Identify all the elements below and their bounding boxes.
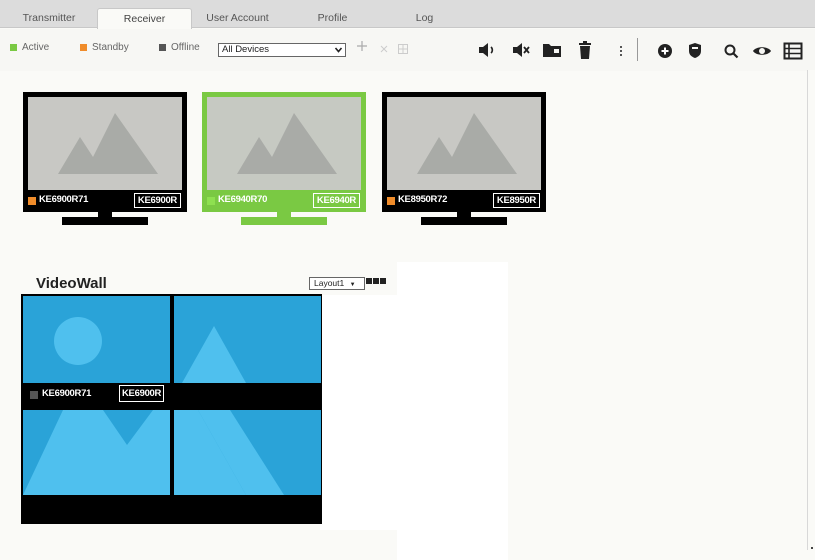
- receiver-model-badge: KE8950R: [492, 193, 540, 208]
- vertical-scrollbar[interactable]: [807, 70, 815, 550]
- search-icon[interactable]: [720, 39, 742, 61]
- folder-icon[interactable]: [541, 39, 563, 61]
- legend-offline-label: Offline: [171, 42, 200, 53]
- main-tab-bar: Transmitter Receiver User Account Profil…: [0, 0, 815, 29]
- grid-icon[interactable]: [398, 42, 408, 57]
- tab-user-account[interactable]: User Account: [200, 9, 275, 28]
- status-indicator: [28, 197, 36, 205]
- receiver-name: KE8950R72: [398, 194, 448, 205]
- standby-status-swatch: [80, 44, 87, 51]
- monitor-stand: [421, 217, 507, 225]
- legend-standby: Standby: [80, 42, 129, 53]
- videowall-title: VideoWall: [36, 275, 107, 292]
- tab-transmitter[interactable]: Transmitter: [14, 9, 84, 28]
- receiver-monitor-1[interactable]: KE6900R71 KE6900R: [23, 92, 187, 227]
- tab-profile[interactable]: Profile: [305, 9, 360, 28]
- receiver-label-row: KE8950R72 KE8950R: [382, 190, 546, 212]
- legend-offline: Offline: [159, 42, 200, 53]
- device-filter-value: All Devices: [222, 44, 269, 55]
- videowall-side-panel: [397, 262, 508, 560]
- videowall-receiver-name: KE6900R71: [42, 388, 92, 399]
- status-indicator: [387, 197, 395, 205]
- close-icon[interactable]: [380, 42, 388, 57]
- device-filter-select[interactable]: All Devices: [218, 43, 346, 57]
- monitor-stand: [241, 217, 327, 225]
- layout-grid-icon[interactable]: [366, 278, 386, 284]
- monitor-stand: [62, 217, 148, 225]
- scroll-indicator: [811, 547, 813, 549]
- layout-select-value: Layout1: [314, 278, 345, 288]
- add-plus-icon[interactable]: [357, 40, 367, 55]
- eye-icon[interactable]: [751, 39, 773, 61]
- receiver-name: KE6900R71: [39, 194, 89, 205]
- offline-status-swatch: [159, 44, 166, 51]
- volume-mute-icon[interactable]: [510, 39, 532, 61]
- videowall-cell-2[interactable]: [174, 296, 321, 383]
- receiver-toolbar: Active Standby Offline All Devices: [0, 29, 815, 71]
- videowall-cell-1[interactable]: [23, 296, 170, 383]
- videowall-label-row: KE6900R71 KE6900R: [21, 383, 322, 408]
- receiver-name: KE6940R70: [218, 194, 268, 205]
- add-circle-icon[interactable]: [654, 39, 676, 61]
- more-vertical-icon[interactable]: [610, 39, 632, 61]
- image-placeholder-icon: [387, 97, 541, 190]
- chevron-down-icon: ▼: [349, 282, 356, 288]
- videowall-cell-3[interactable]: [23, 410, 170, 495]
- image-placeholder-icon: [207, 97, 361, 190]
- receiver-model-badge: KE6900R: [133, 193, 181, 208]
- image-placeholder-icon: [28, 97, 182, 190]
- layout-cell-icon: [366, 278, 372, 284]
- videowall-model-badge: KE6900R: [119, 385, 165, 402]
- receiver-label-row: KE6940R70 KE6940R: [202, 190, 366, 212]
- videowall-cell-4[interactable]: [174, 410, 321, 495]
- legend-active-label: Active: [22, 42, 50, 53]
- layout-cell-icon: [380, 278, 386, 284]
- legend-active: Active: [10, 42, 49, 53]
- legend-standby-label: Standby: [92, 42, 129, 53]
- status-indicator: [207, 197, 215, 205]
- shield-icon[interactable]: [684, 39, 706, 61]
- active-status-swatch: [10, 44, 17, 51]
- receiver-model-badge: KE6940R: [312, 193, 360, 208]
- layout-cell-icon: [373, 278, 379, 284]
- toolbar-divider: [637, 38, 638, 61]
- tab-receiver[interactable]: Receiver: [97, 8, 192, 29]
- status-indicator: [30, 391, 38, 399]
- layout-select[interactable]: Layout1 ▼: [309, 277, 365, 290]
- chevron-down-icon: [334, 44, 343, 60]
- volume-on-icon[interactable]: [476, 39, 498, 61]
- receiver-monitor-3[interactable]: KE8950R72 KE8950R: [382, 92, 546, 227]
- tab-log[interactable]: Log: [402, 9, 447, 28]
- receiver-monitor-2[interactable]: KE6940R70 KE6940R: [202, 92, 366, 227]
- videowall-backdrop: [320, 295, 398, 530]
- list-view-icon[interactable]: [782, 39, 804, 61]
- receiver-label-row: KE6900R71 KE6900R: [23, 190, 187, 212]
- trash-icon[interactable]: [574, 39, 596, 61]
